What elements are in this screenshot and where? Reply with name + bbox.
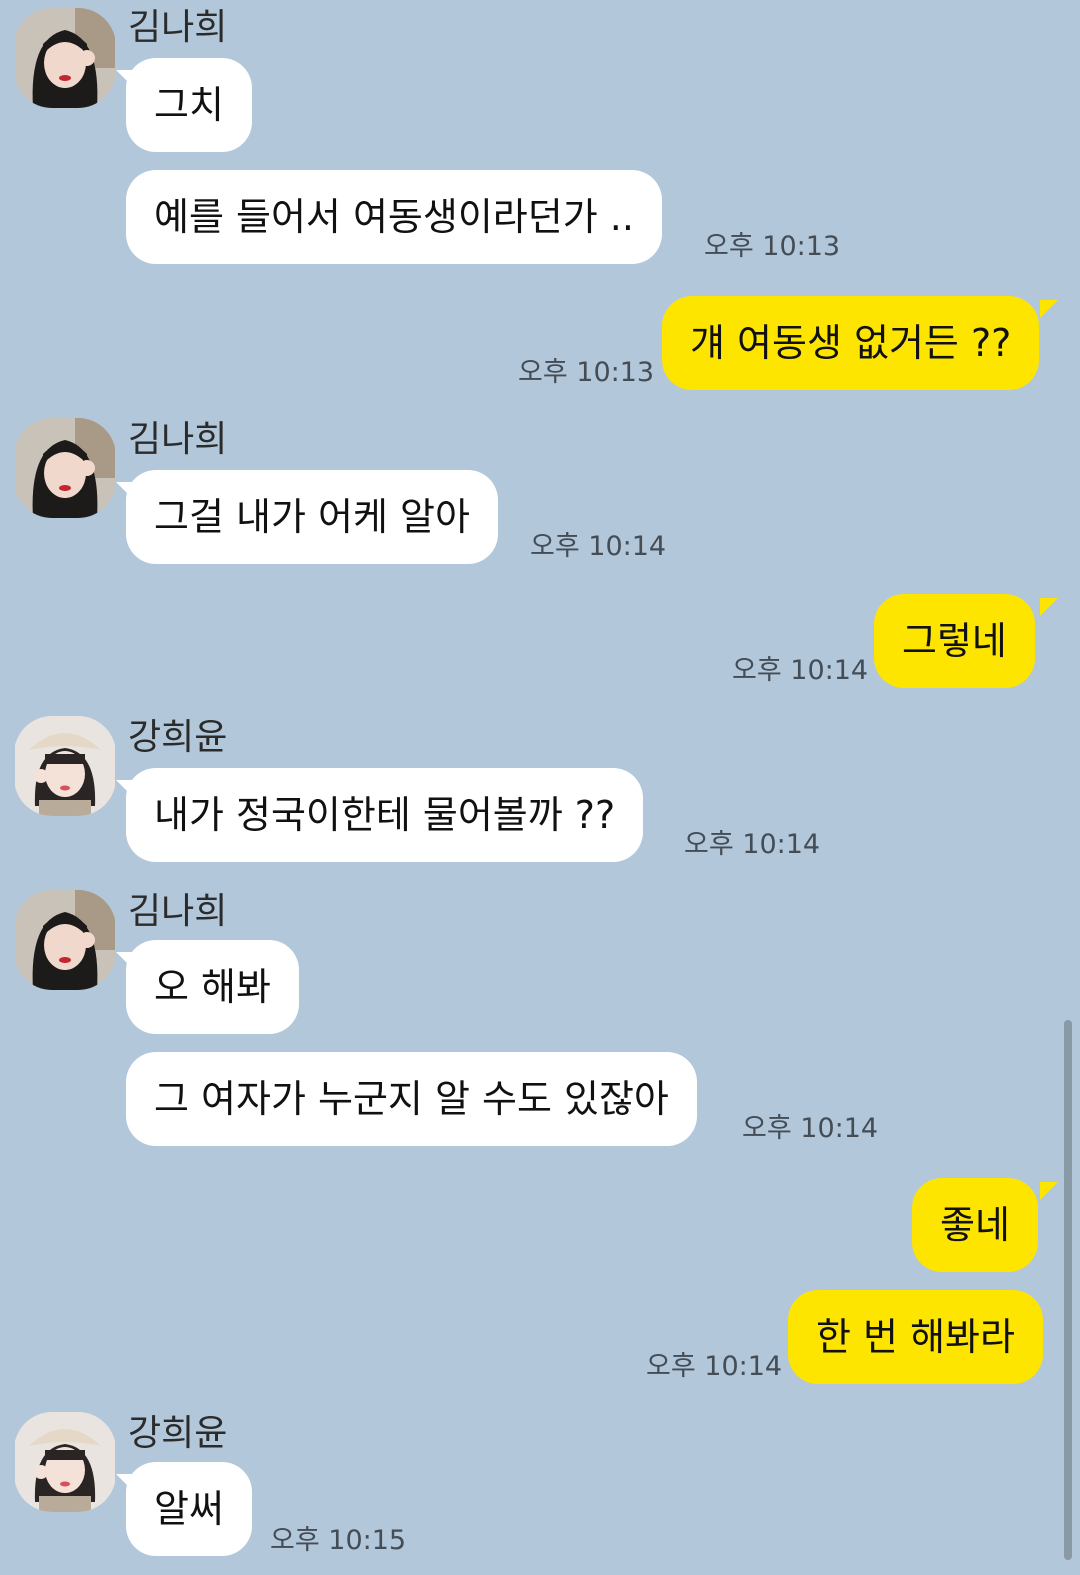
message-timestamp: 오후 10:14 <box>646 1351 783 1382</box>
sender-name: 김나희 <box>128 891 228 932</box>
message-timestamp: 오후 10:15 <box>270 1525 407 1556</box>
message-bubble-incoming[interactable]: 그치 <box>126 58 252 152</box>
bubble-tail <box>1040 598 1058 616</box>
message-timestamp: 오후 10:14 <box>742 1113 879 1144</box>
sender-name: 김나희 <box>128 7 228 48</box>
message-bubble-incoming[interactable]: 그 여자가 누군지 알 수도 있잖아 <box>126 1052 697 1146</box>
profile-photo-icon <box>15 890 115 990</box>
heeyoon-avatar[interactable] <box>14 1412 116 1512</box>
message-timestamp: 오후 10:13 <box>704 231 841 262</box>
message-timestamp: 오후 10:13 <box>518 357 655 388</box>
sender-name: 강희윤 <box>128 717 228 758</box>
message-timestamp: 오후 10:14 <box>530 531 667 562</box>
heeyoon-avatar[interactable] <box>14 716 116 816</box>
nahee-avatar[interactable] <box>14 890 116 990</box>
profile-photo-icon <box>15 8 115 108</box>
message-timestamp: 오후 10:14 <box>684 829 821 860</box>
sender-name: 강희윤 <box>128 1413 228 1454</box>
bubble-tail <box>1040 1182 1058 1200</box>
message-bubble-incoming[interactable]: 그걸 내가 어케 알아 <box>126 470 498 564</box>
message-timestamp: 오후 10:14 <box>732 655 869 686</box>
message-bubble-incoming[interactable]: 오 해봐 <box>126 940 299 1034</box>
message-bubble-outgoing[interactable]: 좋네 <box>912 1178 1038 1272</box>
profile-photo-icon <box>15 1412 115 1512</box>
chat-room: 김나희 그치 예를 들어서 여동생이라던가 .. 오후 10:13 오후 10:… <box>0 0 1080 1575</box>
message-bubble-incoming[interactable]: 알써 <box>126 1462 252 1556</box>
message-bubble-outgoing[interactable]: 걔 여동생 없거든 ?? <box>662 296 1040 390</box>
scrollbar[interactable] <box>1064 1020 1072 1560</box>
message-bubble-outgoing[interactable]: 그렇네 <box>874 594 1035 688</box>
nahee-avatar[interactable] <box>14 418 116 518</box>
sender-name: 김나희 <box>128 419 228 460</box>
message-bubble-outgoing[interactable]: 한 번 해봐라 <box>788 1290 1043 1384</box>
bubble-tail <box>1040 300 1058 318</box>
message-bubble-incoming[interactable]: 예를 들어서 여동생이라던가 .. <box>126 170 662 264</box>
nahee-avatar[interactable] <box>14 8 116 108</box>
message-bubble-incoming[interactable]: 내가 정국이한테 물어볼까 ?? <box>126 768 644 862</box>
profile-photo-icon <box>15 716 115 816</box>
profile-photo-icon <box>15 418 115 518</box>
